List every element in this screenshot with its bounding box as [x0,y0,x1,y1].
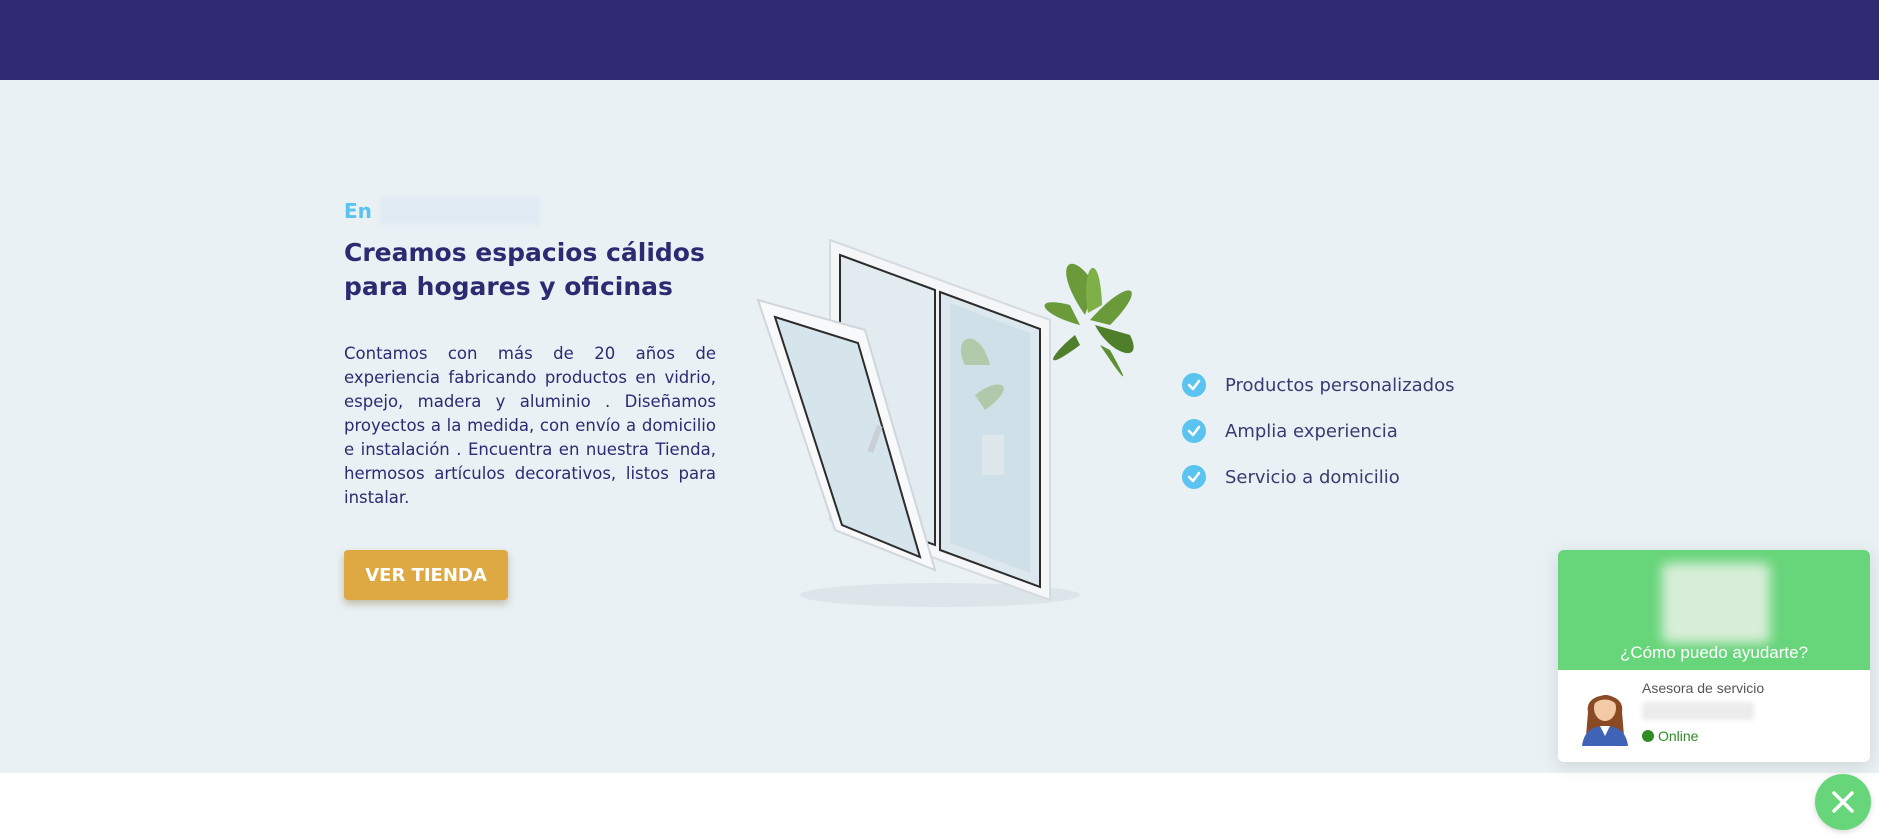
avatar [1582,695,1628,746]
status-dot-icon [1642,730,1654,742]
feature-label: Amplia experiencia [1225,420,1398,442]
feature-item: Servicio a domicilio [1182,454,1454,500]
close-chat-button[interactable] [1815,774,1871,830]
feature-label: Productos personalizados [1225,374,1455,396]
kicker-text: En [344,199,372,223]
top-navigation-bar [0,0,1879,80]
hero-description: Contamos con más de 20 años de experienc… [344,344,716,507]
hero-kicker: En [344,196,716,226]
blurred-agent-name [1642,702,1754,720]
headline-line-2: para hogares y oficinas [344,272,673,301]
close-icon [1832,791,1854,813]
chat-header: ¿Cómo puedo ayudarte? [1558,550,1870,670]
agent-role: Asesora de servicio [1642,680,1765,696]
status-text: Online [1658,728,1699,744]
page-footer-area [0,773,1879,838]
plant-icon [1044,263,1134,377]
check-circle-icon [1182,419,1206,443]
chat-question: ¿Cómo puedo ayudarte? [1619,643,1809,662]
check-circle-icon [1182,373,1206,397]
check-circle-icon [1182,465,1206,489]
feature-label: Servicio a domicilio [1225,466,1400,488]
hero-text-column: En Creamos espacios cálidos para hogares… [344,196,716,510]
whatsapp-chat-widget[interactable]: ¿Cómo puedo ayudarte? Asesora de servici… [1558,550,1870,762]
ver-tienda-button[interactable]: VER TIENDA [344,550,508,600]
feature-list: Productos personalizados Amplia experien… [1182,362,1454,500]
feature-item: Productos personalizados [1182,362,1454,408]
feature-item: Amplia experiencia [1182,408,1454,454]
blurred-logo [1662,563,1770,643]
window-illustration [756,238,1134,607]
chat-agent-card[interactable]: Asesora de servicio Online [1558,670,1870,762]
online-status: Online [1642,728,1698,744]
headline-line-1: Creamos espacios cálidos [344,238,705,267]
hero-headline: Creamos espacios cálidos para hogares y … [344,236,716,304]
blurred-brand-name [379,197,540,225]
